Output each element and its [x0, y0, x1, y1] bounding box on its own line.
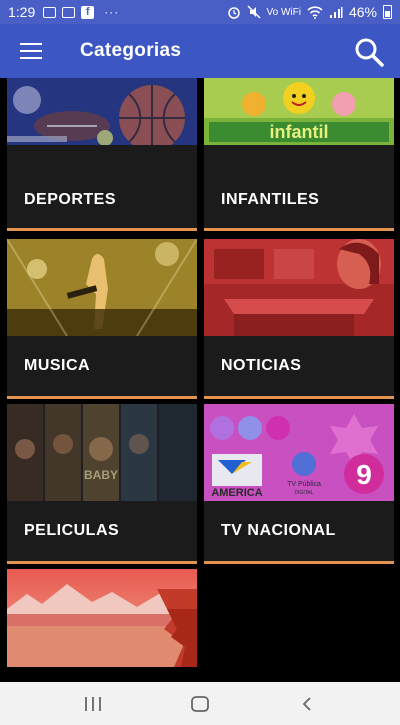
america-logo-text: AMERICA	[211, 487, 262, 499]
recents-button[interactable]	[73, 689, 113, 719]
category-label: TV NACIONAL	[221, 522, 336, 539]
search-icon[interactable]	[354, 37, 384, 67]
status-bar: 1:29 f ··· Vo WiFi 46%	[0, 0, 400, 24]
noticias-thumbnail	[204, 239, 394, 336]
deportes-thumbnail	[7, 78, 197, 145]
wifi-icon	[307, 5, 323, 19]
category-label: MUSICA	[24, 357, 91, 374]
home-button[interactable]	[180, 689, 220, 719]
mute-icon	[246, 5, 261, 19]
back-icon	[302, 696, 311, 711]
notification-icons: f ···	[43, 5, 119, 19]
page-title: Categorias	[80, 40, 182, 61]
signal-icon	[329, 6, 343, 18]
battery-icon	[383, 5, 392, 19]
battery-percent: 46%	[348, 4, 377, 20]
category-card-infantiles[interactable]: infantil INFANTILES	[204, 78, 394, 231]
category-card-musica[interactable]: MUSICA	[7, 239, 197, 399]
category-card-peliculas[interactable]: BABY PELICULAS	[7, 404, 197, 564]
category-label: PELICULAS	[24, 522, 120, 539]
tv-publica-logo-text: TV Pública	[287, 481, 321, 488]
category-label: INFANTILES	[221, 191, 320, 208]
status-time: 1:29	[8, 4, 36, 20]
landscape-thumbnail	[7, 569, 197, 667]
alarm-icon	[227, 7, 240, 19]
status-right: Vo WiFi 46%	[227, 4, 392, 20]
home-icon	[191, 695, 209, 712]
menu-button[interactable]	[0, 24, 62, 78]
categories-grid: DEPORTES infantil INFANTILES MUSICA NOTI…	[0, 78, 400, 682]
musica-thumbnail	[7, 239, 197, 336]
recents-icon	[85, 696, 102, 711]
peliculas-thumbnail: BABY	[7, 404, 197, 501]
category-card-tv-nacional[interactable]: AMERICA TV Pública DIGITAL 9 TV NACIONAL	[204, 404, 394, 564]
gallery-notification-icon	[62, 6, 76, 18]
infantiles-thumbnail: infantil	[204, 78, 394, 145]
facebook-notification-icon: f	[81, 5, 95, 19]
category-label: NOTICIAS	[221, 357, 302, 374]
category-label: DEPORTES	[24, 191, 117, 208]
image-notification-icon	[43, 6, 57, 18]
infantil-logo-text: infantil	[270, 122, 329, 142]
back-button[interactable]	[287, 689, 327, 719]
system-nav-bar	[0, 682, 400, 725]
tv-nacional-thumbnail: AMERICA TV Pública DIGITAL 9	[204, 404, 394, 501]
hamburger-menu-icon	[20, 43, 42, 59]
category-card-noticias[interactable]: NOTICIAS	[204, 239, 394, 399]
app-bar: Categorias	[0, 24, 400, 78]
canal-9-logo-text: 9	[356, 459, 372, 490]
category-card-paisajes[interactable]	[7, 569, 197, 667]
more-notifications-icon: ···	[104, 5, 120, 19]
tv-publica-digital-text: DIGITAL	[294, 490, 313, 496]
wifi-calling-label: Vo WiFi	[266, 6, 301, 18]
category-card-deportes[interactable]: DEPORTES	[7, 78, 197, 231]
